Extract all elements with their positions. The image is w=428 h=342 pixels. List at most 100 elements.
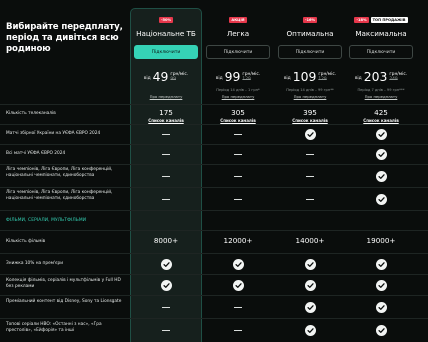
plan-header: -18% ТОП ПРОДАЖІВ Максимальна Підключити від… — [346, 8, 416, 108]
check-icon — [375, 170, 387, 182]
channel-list-link[interactable]: Список каналів — [275, 118, 345, 123]
about-subscription-link[interactable]: Про передплату — [346, 94, 416, 99]
row-divider — [0, 318, 428, 319]
discount-badge: АКЦІЯ — [229, 17, 247, 23]
plan-badges: АКЦІЯ — [203, 17, 273, 23]
plan-name: Легка — [226, 29, 250, 38]
trial-note: Період 7 днів – 99 грн*** — [357, 88, 405, 92]
cell-value: 12000+ — [203, 236, 273, 245]
not-included-dash — [234, 198, 242, 200]
check-icon — [375, 258, 387, 270]
row-divider — [0, 104, 428, 105]
not-included-dash — [162, 134, 170, 136]
not-included-dash — [306, 154, 314, 156]
row-divider — [0, 230, 428, 231]
trial-note: Період 14 днів – 99 грн** — [286, 88, 334, 92]
price-from-label: від — [143, 76, 151, 81]
row-divider — [0, 187, 428, 188]
row-divider — [0, 253, 428, 254]
channel-list-link[interactable]: Список каналів — [346, 118, 416, 123]
connect-button[interactable]: Підключити — [206, 45, 270, 59]
not-included-dash — [162, 154, 170, 156]
price-value: 203 — [363, 69, 388, 84]
not-included-dash — [306, 175, 314, 177]
channel-list-link[interactable]: Список каналів — [203, 118, 273, 123]
not-included-dash — [162, 330, 170, 332]
cell-number: 12000+ — [223, 235, 253, 245]
price-value: 109 — [292, 69, 317, 84]
not-included-dash — [234, 154, 242, 156]
discount-badge: -50% — [158, 17, 174, 23]
check-icon — [375, 325, 387, 336]
page-heading: Вибирайте передплату, період та дивіться… — [6, 22, 123, 54]
not-included-dash — [234, 175, 242, 177]
row-divider — [0, 210, 428, 211]
row-label: Знижка 10% на прем'єри — [6, 260, 64, 266]
top-sales-badge: ТОП ПРОДАЖІВ — [370, 17, 408, 23]
cell-number: 305 — [231, 108, 245, 117]
cell-number: 175 — [159, 108, 173, 117]
channel-list-link[interactable]: Список каналів — [131, 118, 201, 123]
price-from-label: від — [283, 76, 291, 81]
cell-number: 395 — [303, 108, 317, 117]
section-title: ФІЛЬМИ, СЕРІАЛИ, МУЛЬТФІЛЬМИ — [6, 218, 87, 223]
price-from-label: від — [354, 76, 362, 81]
not-included-dash — [234, 306, 242, 308]
connect-button[interactable]: Підключити — [349, 45, 413, 59]
old-price: 129 — [242, 77, 251, 82]
price-value: 99 — [224, 69, 241, 84]
plan-badges: -18% ТОП ПРОДАЖІВ — [346, 17, 416, 23]
check-icon — [375, 193, 387, 205]
row-label: Кількість телеканалів — [6, 111, 56, 116]
price: від 203 грн/міс. 249 — [346, 69, 416, 84]
check-icon — [304, 258, 316, 270]
price: від 49 грн/міс. 99 — [131, 69, 201, 84]
price-unit: грн/міс. 129 — [242, 72, 260, 82]
price: від 99 грн/міс. 129 — [203, 69, 273, 84]
connect-button[interactable]: Підключити — [278, 45, 342, 59]
old-price: 129 — [318, 77, 327, 82]
not-included-dash — [234, 330, 242, 332]
cell-value: 175 Список каналів — [131, 108, 201, 123]
not-included-dash — [162, 198, 170, 200]
check-icon — [304, 129, 316, 140]
not-included-dash — [306, 198, 314, 200]
plan-badges: -50% — [131, 17, 201, 23]
cell-value: 395 Список каналів — [275, 108, 345, 123]
price-from-label: від — [215, 76, 223, 81]
plan-name: Національне ТБ — [136, 29, 196, 38]
row-divider — [0, 274, 428, 275]
check-icon — [375, 129, 387, 140]
row-label: Топові серіали HBO: «Останні з нас», «Гр… — [6, 322, 102, 334]
check-icon — [375, 301, 387, 313]
price-unit: грн/міс. 99 — [170, 72, 188, 82]
plan-header: АКЦІЯ Легка Підключити від 99 грн/міс. 129 Пері… — [203, 8, 273, 108]
connect-button[interactable]: Підключити — [134, 45, 198, 59]
plan-header: -16% Оптимальна Підключити від 109 грн/міс. 12… — [275, 8, 345, 108]
check-icon — [375, 279, 387, 291]
cell-number: 19000+ — [366, 235, 396, 245]
old-price: 99 — [170, 77, 176, 82]
plan-name: Оптимальна — [286, 29, 334, 38]
not-included-dash — [234, 134, 242, 136]
about-subscription-link[interactable]: Про передплату — [131, 94, 201, 99]
check-icon — [304, 325, 316, 336]
row-label: Ліга чемпіонів, Ліга Європи, Ліга конфер… — [6, 167, 113, 179]
row-divider — [0, 295, 428, 296]
cell-number: 425 — [374, 108, 388, 117]
row-label: Колекція фільмів, серіалів і мультфільмі… — [6, 278, 121, 290]
check-icon — [232, 279, 244, 291]
row-divider — [0, 144, 428, 145]
pricing-page: Вибирайте передплату, період та дивіться… — [0, 0, 428, 342]
trial-note: Період 14 днів – 1 грн* — [216, 88, 260, 92]
check-icon — [375, 149, 387, 160]
price-value: 49 — [152, 69, 169, 84]
about-subscription-link[interactable]: Про передплату — [275, 94, 345, 99]
plan-badges: -16% — [275, 17, 345, 23]
cell-number: 8000+ — [153, 235, 179, 245]
old-price: 249 — [389, 77, 398, 82]
row-divider — [0, 164, 428, 165]
about-subscription-link[interactable]: Про передплату — [203, 94, 273, 99]
plan-header: -50% Національне ТБ Підключити від 49 грн/міс… — [131, 8, 201, 108]
row-label: Матчі збірної України на УЄФА ЄВРО 2024 — [6, 131, 101, 136]
